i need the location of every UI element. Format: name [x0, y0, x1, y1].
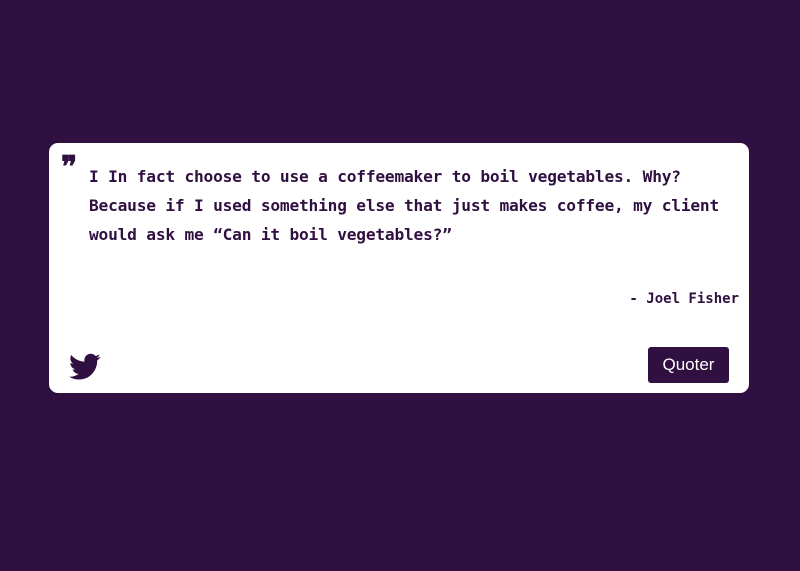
new-quote-button[interactable]: Quoter [648, 347, 729, 383]
quote-mark-icon: ❞ [61, 150, 78, 185]
quote-author: - Joel Fisher [629, 291, 739, 307]
quote-text: I In fact choose to use a coffeemaker to… [89, 167, 720, 244]
twitter-bird-icon [69, 353, 101, 381]
tweet-quote-button[interactable] [69, 353, 101, 381]
quote-card: ❞ I In fact choose to use a coffeemaker … [49, 143, 749, 393]
